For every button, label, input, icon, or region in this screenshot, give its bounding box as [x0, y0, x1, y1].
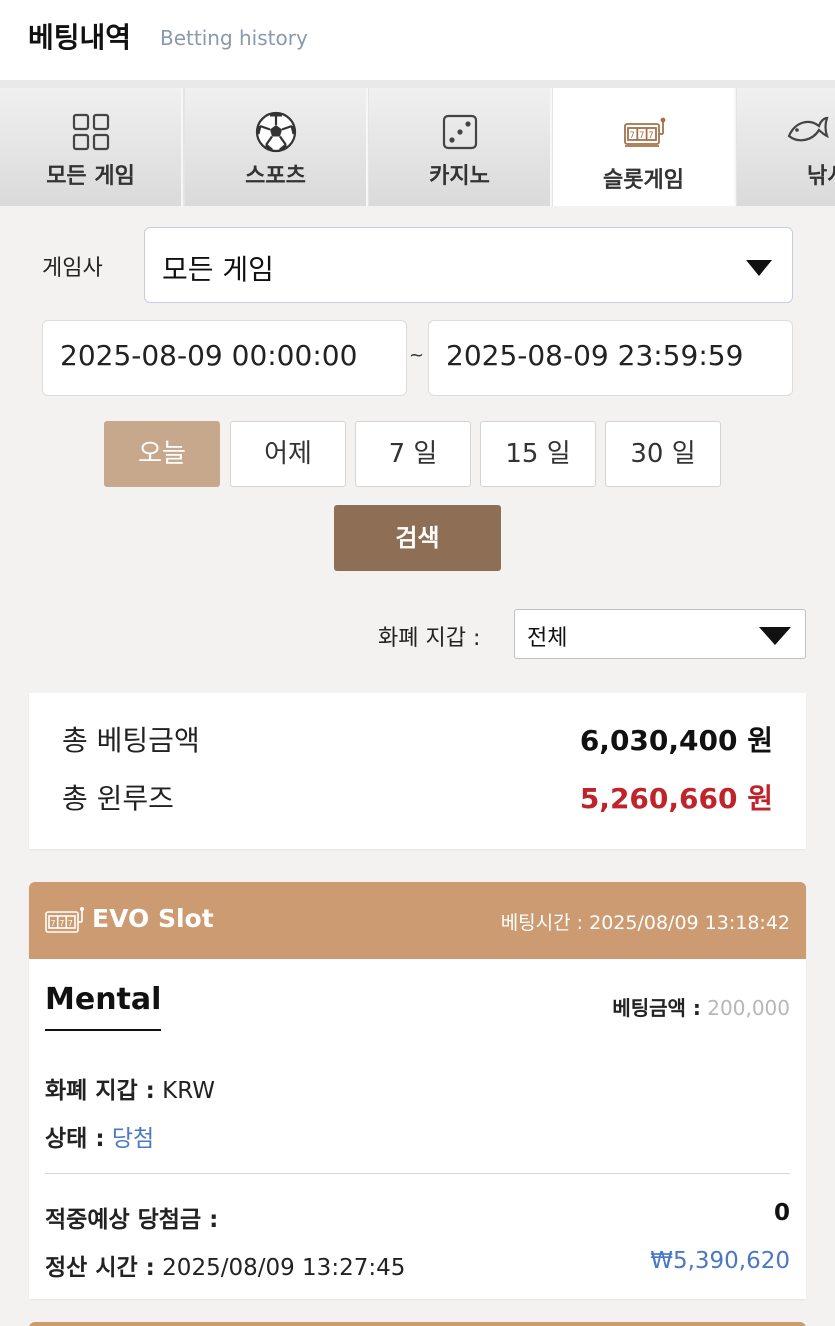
expected-win-label: 적중예상 당첨금 :: [45, 1207, 219, 1233]
search-button[interactable]: 검색: [334, 505, 501, 571]
svg-text:7: 7: [68, 919, 73, 928]
bet-time-value: 2025/08/09 13:18:42: [589, 912, 790, 934]
status-row: 상태 : 당첨: [45, 1119, 154, 1153]
range-15days-button[interactable]: 15 일: [480, 421, 596, 487]
total-winloss-value: 5,260,660 원: [579, 782, 773, 815]
page-subtitle: Betting history: [160, 26, 308, 50]
bet-card: 7 7 7 EVO Slot 베팅시간 : 2025/08/09 13:18:4…: [29, 882, 806, 1299]
bet-amount: 베팅금액 : 200,000: [612, 992, 790, 1021]
expected-win-value: 0: [773, 1200, 790, 1226]
date-separator: ~: [409, 345, 425, 366]
slot-machine-icon: 7 7 7: [45, 907, 84, 933]
expected-win-row: 적중예상 당첨금 :: [45, 1200, 218, 1234]
soccer-ball-icon: [255, 111, 296, 153]
tab-sports[interactable]: 스포츠: [185, 88, 368, 206]
range-30days-button[interactable]: 30 일: [605, 421, 721, 487]
svg-text:7: 7: [648, 131, 653, 141]
settle-time-value: 2025/08/09 13:27:45: [162, 1255, 406, 1281]
total-bet-label: 총 베팅금액: [62, 724, 200, 757]
caret-down-icon: [759, 627, 791, 645]
svg-text:7: 7: [639, 131, 644, 141]
summary-panel: 총 베팅금액 6,030,400 원 총 윈루즈 5,260,660 원: [29, 693, 806, 849]
wallet-select[interactable]: 전체: [514, 609, 806, 659]
settle-time-row: 정산 시간 : 2025/08/09 13:27:45: [45, 1248, 405, 1282]
svg-text:7: 7: [51, 919, 56, 928]
status-value: 당첨: [111, 1126, 155, 1152]
wallet-label: 화폐 지갑 :: [45, 1078, 155, 1104]
bet-title: Mental: [45, 982, 162, 1031]
tab-label: 슬롯게임: [603, 168, 684, 193]
date-from-input[interactable]: 2025-08-09 00:00:00: [42, 320, 407, 396]
payout-value: ₩5,390,620: [650, 1248, 790, 1274]
settle-time-label: 정산 시간 :: [45, 1255, 155, 1281]
wallet-row: 화폐 지갑 : KRW: [45, 1071, 215, 1105]
provider-select-value: 모든 게임: [162, 253, 274, 286]
game-category-tabs: 모든 게임 스포츠 카지노 7 7 7 슬롯게임 낚: [0, 80, 835, 206]
bet-card-header: 7 7 7 EVO Slot 베팅시간 : 2025/08/09 13:18:4…: [29, 882, 806, 959]
wallet-value: KRW: [162, 1078, 216, 1104]
status-label: 상태 :: [45, 1126, 105, 1152]
provider-label: 게임사: [42, 256, 103, 281]
tab-label: 스포츠: [245, 164, 306, 189]
next-bet-card: [29, 1322, 806, 1326]
slot-machine-icon: 7 7 7: [623, 117, 665, 147]
total-winloss-label: 총 윈루즈: [62, 782, 174, 815]
grid-icon: [72, 113, 109, 151]
divider: [45, 1173, 790, 1174]
wallet-select-value: 전체: [527, 626, 568, 651]
tab-label: 낚시: [807, 164, 835, 189]
svg-text:7: 7: [59, 919, 64, 928]
wallet-filter-label: 화폐 지갑 :: [378, 626, 481, 651]
bet-time-label: 베팅시간 :: [500, 912, 584, 934]
range-7days-button[interactable]: 7 일: [355, 421, 471, 487]
bet-amount-label: 베팅금액 :: [612, 996, 701, 1020]
page-header: 베팅내역 Betting history: [0, 0, 835, 80]
tab-casino[interactable]: 카지노: [369, 88, 552, 206]
range-yesterday-button[interactable]: 어제: [230, 421, 346, 487]
bet-time: 베팅시간 : 2025/08/09 13:18:42: [501, 908, 790, 935]
bet-amount-value: 200,000: [707, 996, 790, 1020]
page-title: 베팅내역: [28, 21, 132, 54]
provider-select[interactable]: 모든 게임: [144, 227, 793, 303]
tab-label: 모든 게임: [46, 164, 135, 189]
range-today-button[interactable]: 오늘: [104, 421, 220, 487]
game-name: EVO Slot: [92, 904, 214, 933]
fish-icon: [787, 116, 829, 142]
tab-all-games[interactable]: 모든 게임: [0, 88, 183, 206]
tab-fishing[interactable]: 낚시: [737, 88, 835, 206]
caret-down-icon: [746, 260, 772, 276]
total-bet-value: 6,030,400 원: [579, 724, 773, 757]
dice-icon: [442, 114, 477, 150]
tab-slot-games[interactable]: 7 7 7 슬롯게임: [553, 88, 736, 206]
tab-label: 카지노: [429, 164, 490, 189]
date-to-input[interactable]: 2025-08-09 23:59:59: [428, 320, 793, 396]
svg-text:7: 7: [629, 131, 634, 141]
